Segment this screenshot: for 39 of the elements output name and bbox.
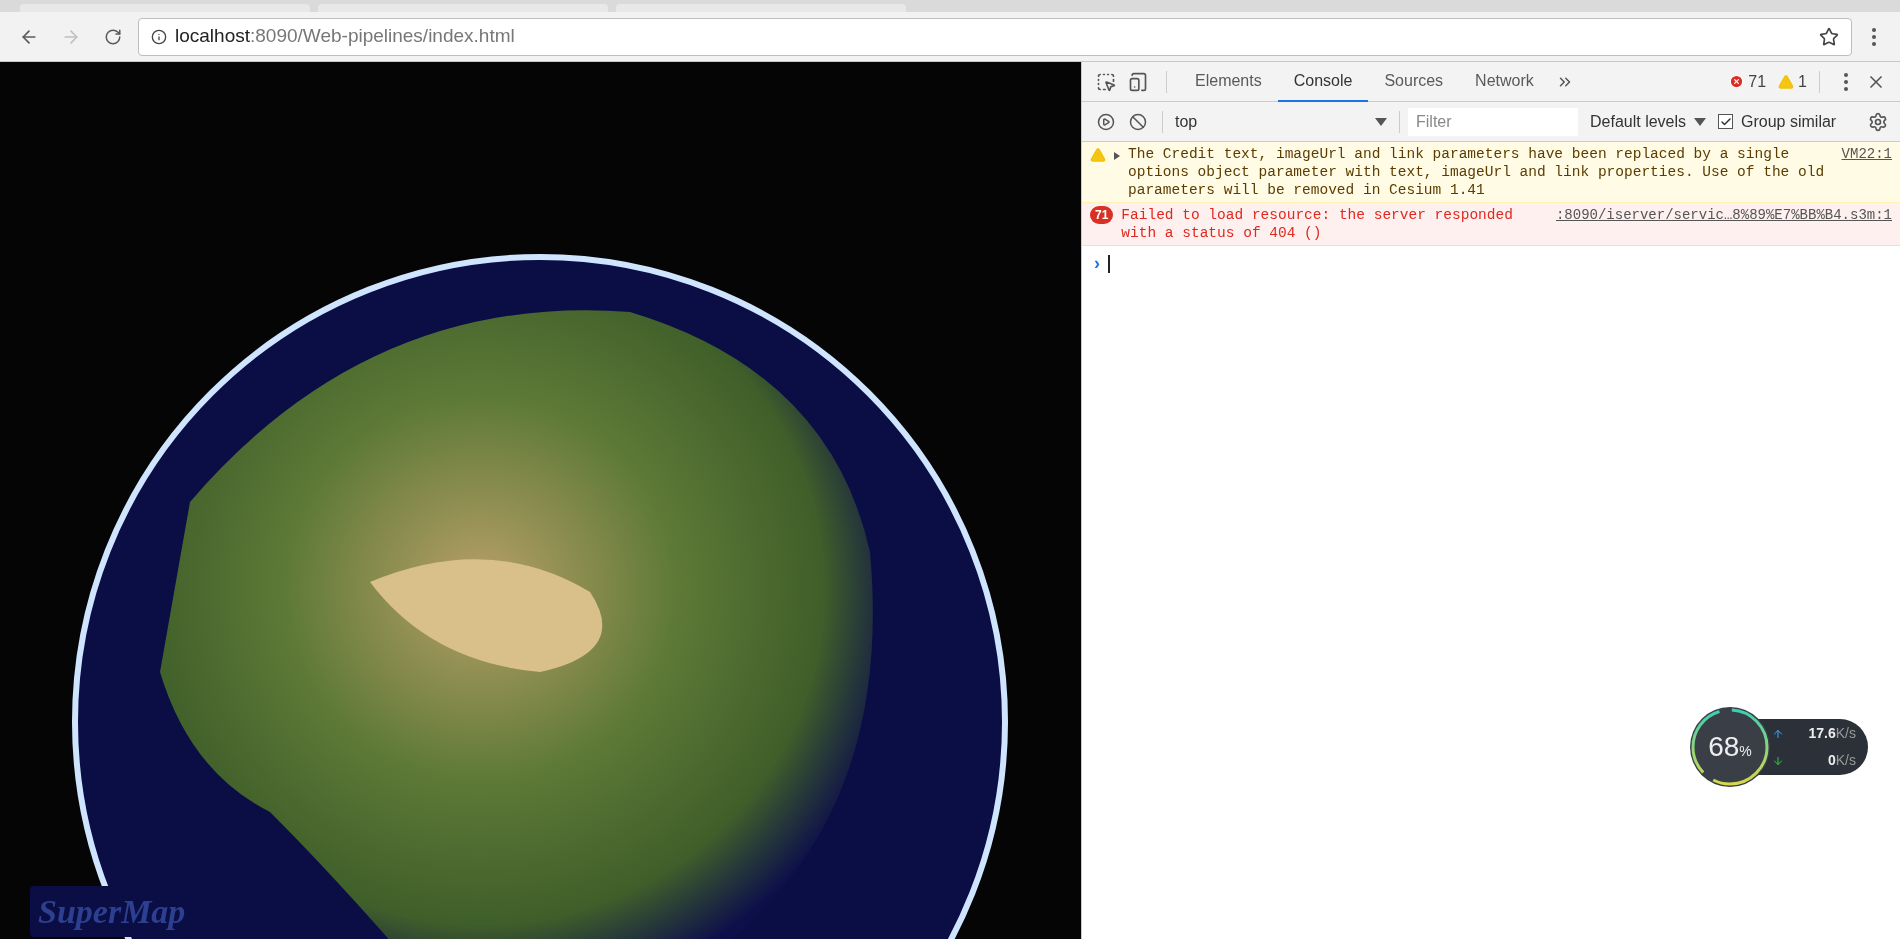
group-similar-checkbox[interactable] xyxy=(1718,114,1734,129)
devtools-tab[interactable]: Sources xyxy=(1368,61,1460,102)
expand-triangle-icon[interactable] xyxy=(1114,152,1120,160)
filter-field[interactable]: Filter xyxy=(1408,107,1578,136)
error-icon xyxy=(1729,74,1745,89)
inspect-icon xyxy=(1096,71,1116,92)
usage-percent: 68% xyxy=(1708,730,1752,764)
clear-console-icon xyxy=(1129,112,1147,131)
prompt-icon: › xyxy=(1094,250,1100,277)
sidebar-toggle-glyph-icon xyxy=(1097,112,1115,131)
menu-icon xyxy=(1872,27,1876,46)
message-text: Failed to load resource: the server responded with a status of 404 () xyxy=(1121,206,1514,242)
source-link[interactable]: :8090/iserver/servic…8%89%E7%BB%B4.s3m:1 xyxy=(1555,206,1892,242)
info-icon xyxy=(151,28,167,45)
settings-icon xyxy=(1868,111,1888,132)
menu-icon xyxy=(1844,72,1848,91)
dropdown-caret-icon xyxy=(1694,117,1707,126)
address-field[interactable]: localhost:8090/Web-pipelines/index.html xyxy=(138,17,1852,56)
download-speed: 0K/s xyxy=(1827,751,1856,770)
devtools-tab[interactable]: Network xyxy=(1459,61,1550,102)
context-dropdown[interactable]: top xyxy=(1171,109,1391,134)
bookmark-star-icon[interactable] xyxy=(1819,26,1839,47)
upload-arrow-icon xyxy=(1772,727,1784,740)
levels-dropdown[interactable]: Default levels xyxy=(1590,109,1707,134)
reload-icon xyxy=(104,27,122,46)
download-arrow-icon xyxy=(1772,754,1784,767)
url-text: localhost:8090/Web-pipelines/index.html xyxy=(175,24,515,49)
warning-icon xyxy=(1778,73,1795,90)
warning-count: 1 xyxy=(1798,71,1807,92)
message-text: The Credit text, imageUrl and link parameters have been replaced by a single options object parameter with text, imageUrl and link properties. Use of the old parameters will be removed in Cesium 1.41 xyxy=(1128,145,1826,199)
group-similar-label: Group similar xyxy=(1741,111,1837,132)
warning-icon xyxy=(1090,147,1106,163)
error-count: 71 xyxy=(1748,71,1767,92)
error-count-badge: 71 xyxy=(1090,206,1114,224)
source-link[interactable]: VM22:1 xyxy=(1841,145,1892,199)
dropdown-caret-icon xyxy=(1375,117,1387,126)
device-icon xyxy=(1128,71,1148,92)
devtools-tab[interactable]: Elements xyxy=(1179,61,1278,102)
upload-speed: 17.6K/s xyxy=(1808,724,1856,743)
